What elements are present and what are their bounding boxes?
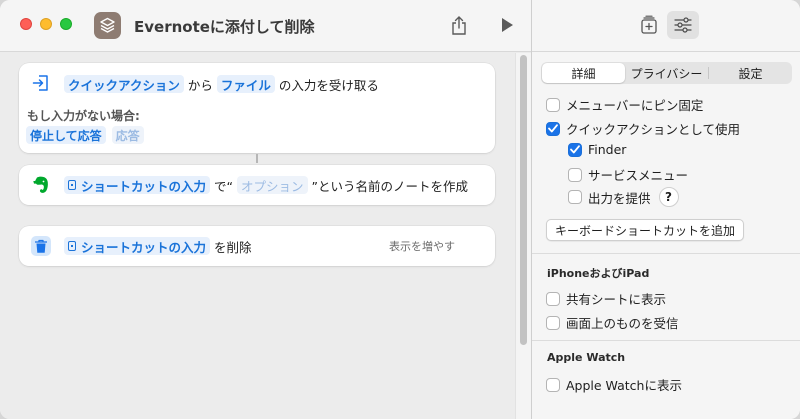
action-library-icon[interactable] — [633, 11, 665, 39]
text-de: で“ — [214, 178, 233, 194]
window-title: Evernoteに添付して削除 — [134, 18, 315, 36]
receive-onscreen-label: 画面上のものを受信 — [566, 316, 679, 331]
quick-action-label: クイックアクションとして使用 — [566, 122, 741, 137]
services-menu-label: サービスメニュー — [588, 168, 689, 183]
provide-output-checkbox[interactable] — [568, 190, 582, 204]
tab-privacy[interactable]: プライバシー — [625, 63, 708, 83]
evernote-elephant-icon — [31, 175, 51, 195]
close-window-button[interactable] — [20, 18, 32, 30]
action-connector — [256, 154, 258, 163]
text-delete: を削除 — [214, 239, 252, 255]
tab-details[interactable]: 詳細 — [542, 63, 625, 83]
scroll-thumb[interactable] — [520, 55, 527, 345]
inspector-tabs: 詳細 プライバシー 設定 — [541, 62, 792, 84]
details-sliders-icon[interactable] — [667, 11, 699, 39]
share-sheet-checkbox[interactable] — [546, 291, 560, 306]
title-bar: Evernoteに添付して削除 — [0, 0, 531, 52]
share-sheet-label: 共有シートに表示 — [566, 292, 667, 307]
section-divider — [532, 253, 800, 254]
no-input-label: もし入力がない場合: — [27, 109, 140, 123]
text-from: から — [187, 77, 213, 93]
editor-pane: Evernoteに添付して削除 クイックアクション から ファイル の入力を受け… — [0, 0, 531, 419]
iphone-ipad-section-title: iPhoneおよびiPad — [547, 267, 650, 280]
stop-and-respond-token[interactable]: 停止して応答 — [26, 126, 106, 144]
shortcut-input-token[interactable]: ショートカットの入力 — [64, 176, 211, 194]
show-on-watch-option[interactable]: Apple Watchに表示 — [546, 375, 682, 394]
receive-input-action[interactable]: クイックアクション から ファイル の入力を受け取る もし入力がない場合: 停止… — [19, 63, 495, 153]
services-menu-option[interactable]: サービスメニュー — [568, 165, 688, 184]
section-divider — [532, 340, 800, 341]
minimize-window-button[interactable] — [40, 18, 52, 30]
input-source-token[interactable]: クイックアクション — [64, 75, 184, 93]
inspector-toolbar — [532, 0, 800, 52]
services-menu-checkbox[interactable] — [568, 167, 582, 182]
pin-menubar-label: メニューバーにピン固定 — [566, 98, 704, 113]
show-on-watch-checkbox[interactable] — [546, 377, 560, 392]
provide-output-option[interactable]: 出力を提供 ? — [568, 187, 679, 207]
apple-watch-section-title: Apple Watch — [547, 351, 626, 364]
shortcut-input-token[interactable]: ショートカットの入力 — [64, 237, 211, 255]
quick-action-option[interactable]: クイックアクションとして使用 — [546, 119, 740, 138]
receive-onscreen-checkbox[interactable] — [546, 315, 560, 330]
trash-icon — [31, 236, 51, 256]
show-more-link[interactable]: 表示を増やす — [389, 238, 455, 254]
evernote-create-note-action[interactable]: ショートカットの入力 で“ オプション ”という名前のノートを作成 — [19, 165, 495, 205]
editor-scrollbar[interactable] — [515, 53, 531, 419]
share-icon[interactable] — [448, 13, 470, 37]
pin-menubar-checkbox[interactable] — [546, 97, 560, 112]
finder-label: Finder — [588, 142, 627, 157]
text-receive-input: の入力を受け取る — [278, 77, 379, 93]
add-keyboard-shortcut-button[interactable]: キーボードショートカットを追加 — [546, 219, 745, 241]
inspector-pane: 詳細 プライバシー 設定 メニューバーにピン固定 クイックアクションとして使用 … — [531, 0, 800, 419]
pin-menubar-option[interactable]: メニューバーにピン固定 — [546, 95, 703, 114]
finder-option[interactable]: Finder — [568, 142, 626, 157]
text-create-note: ”という名前のノートを作成 — [311, 178, 468, 194]
quick-action-checkbox[interactable] — [546, 121, 560, 136]
zoom-window-button[interactable] — [60, 18, 72, 30]
tab-settings[interactable]: 設定 — [709, 63, 792, 83]
input-type-token[interactable]: ファイル — [216, 75, 275, 93]
shortcut-layers-icon[interactable] — [94, 12, 121, 39]
input-arrow-icon — [31, 73, 51, 93]
shortcuts-window: Evernoteに添付して削除 クイックアクション から ファイル の入力を受け… — [0, 0, 800, 419]
action-canvas: クイックアクション から ファイル の入力を受け取る もし入力がない場合: 停止… — [0, 53, 515, 419]
share-sheet-option[interactable]: 共有シートに表示 — [546, 289, 666, 308]
note-name-placeholder-token[interactable]: オプション — [237, 176, 308, 194]
receive-onscreen-option[interactable]: 画面上のものを受信 — [546, 313, 679, 332]
provide-output-label: 出力を提供 — [588, 190, 651, 206]
delete-files-action[interactable]: ショートカットの入力 を削除 表示を増やす — [19, 226, 495, 266]
help-button[interactable]: ? — [658, 187, 679, 207]
finder-checkbox[interactable] — [568, 142, 582, 157]
response-token[interactable]: 応答 — [111, 126, 144, 144]
show-on-watch-label: Apple Watchに表示 — [566, 378, 682, 393]
run-play-icon[interactable] — [497, 15, 517, 35]
